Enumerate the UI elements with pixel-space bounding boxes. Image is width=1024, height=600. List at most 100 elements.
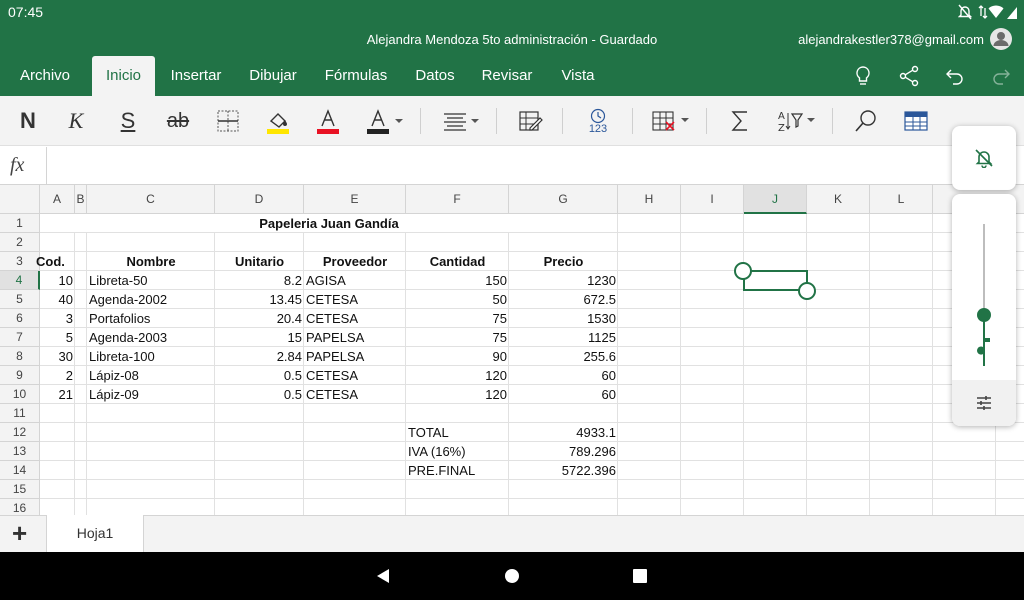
row-header[interactable]: 6	[0, 309, 40, 328]
column-header[interactable]: B	[75, 185, 87, 214]
column-header[interactable]: L	[870, 185, 933, 214]
tab-archivo[interactable]: Archivo	[8, 56, 82, 96]
cell-nombre[interactable]: Libreta-100	[87, 348, 215, 366]
header-proveedor[interactable]: Proveedor	[304, 253, 406, 271]
cell-cod[interactable]: 21	[40, 386, 75, 404]
column-header[interactable]: I	[681, 185, 744, 214]
pre-final-label[interactable]: PRE.FINAL	[406, 462, 509, 480]
fx-icon[interactable]: fx	[10, 154, 24, 177]
cell-precio[interactable]: 1530	[509, 310, 618, 328]
select-all-corner[interactable]	[0, 185, 40, 214]
cell-cantidad[interactable]: 75	[406, 329, 509, 347]
number-format-button[interactable]: 123	[580, 104, 616, 138]
header-nombre[interactable]: Nombre	[87, 253, 215, 271]
cell-nombre[interactable]: Lápiz-09	[87, 386, 215, 404]
recents-icon[interactable]	[633, 569, 647, 583]
strikethrough-button[interactable]: ab	[160, 104, 196, 138]
header-cod[interactable]: Cod.	[34, 253, 75, 271]
row-header[interactable]: 15	[0, 480, 40, 499]
mute-panel[interactable]	[952, 126, 1016, 190]
tab-dibujar[interactable]: Dibujar	[240, 56, 306, 96]
cell-nombre[interactable]: Portafolios	[87, 310, 215, 328]
table-format-button[interactable]	[900, 104, 932, 138]
underline-button[interactable]: S	[112, 104, 144, 138]
selection-handle-start[interactable]	[734, 262, 752, 280]
row-header[interactable]: 14	[0, 461, 40, 480]
borders-button[interactable]	[212, 104, 244, 138]
back-icon[interactable]	[375, 568, 391, 584]
redo-icon[interactable]	[990, 65, 1012, 87]
column-header-selected[interactable]: J	[744, 185, 807, 214]
delete-cells-button[interactable]	[648, 104, 692, 138]
cell-nombre[interactable]: Lápiz-08	[87, 367, 215, 385]
column-header[interactable]: D	[215, 185, 304, 214]
row-header[interactable]: 1	[0, 214, 40, 233]
cell-nombre[interactable]: Libreta-50	[87, 272, 215, 290]
column-header[interactable]: F	[406, 185, 509, 214]
cell-cantidad[interactable]: 150	[406, 272, 509, 290]
cell-unitario[interactable]: 2.84	[215, 348, 304, 366]
cell-unitario[interactable]: 0.5	[215, 386, 304, 404]
row-header[interactable]: 7	[0, 328, 40, 347]
row-header[interactable]: 5	[0, 290, 40, 309]
undo-icon[interactable]	[944, 65, 966, 87]
cell-proveedor[interactable]: PAPELSA	[304, 348, 406, 366]
sheet-title[interactable]: Papeleria Juan Gandía	[40, 215, 618, 233]
row-header-selected[interactable]: 4	[0, 271, 40, 290]
column-header[interactable]: H	[618, 185, 681, 214]
cell-proveedor[interactable]: AGISA	[304, 272, 406, 290]
italic-button[interactable]: K	[60, 104, 92, 138]
row-header[interactable]: 11	[0, 404, 40, 423]
align-button[interactable]	[438, 104, 482, 138]
font-color-dropdown[interactable]	[362, 104, 406, 138]
selection-handle-end[interactable]	[798, 282, 816, 300]
header-cantidad[interactable]: Cantidad	[406, 253, 509, 271]
column-header[interactable]: K	[807, 185, 870, 214]
tab-revisar[interactable]: Revisar	[474, 56, 540, 96]
cell-cantidad[interactable]: 120	[406, 386, 509, 404]
volume-slider-thumb[interactable]	[977, 307, 991, 322]
cell-proveedor[interactable]: CETESA	[304, 367, 406, 385]
cell-precio[interactable]: 1230	[509, 272, 618, 290]
avatar[interactable]	[990, 28, 1012, 50]
total-value[interactable]: 4933.1	[509, 424, 618, 442]
add-sheet-button[interactable]: +	[12, 518, 27, 548]
autosum-button[interactable]	[724, 104, 756, 138]
share-icon[interactable]	[898, 65, 920, 87]
cell-cantidad[interactable]: 50	[406, 291, 509, 309]
cell-cod[interactable]: 5	[40, 329, 75, 347]
cell-nombre[interactable]: Agenda-2002	[87, 291, 215, 309]
tab-vista[interactable]: Vista	[550, 56, 606, 96]
cell-unitario[interactable]: 8.2	[215, 272, 304, 290]
cell-unitario[interactable]: 0.5	[215, 367, 304, 385]
sheet-tab-hoja1[interactable]: Hoja1	[46, 515, 144, 552]
row-header[interactable]: 13	[0, 442, 40, 461]
row-header[interactable]: 12	[0, 423, 40, 442]
row-header[interactable]: 2	[0, 233, 40, 252]
cell-proveedor[interactable]: CETESA	[304, 291, 406, 309]
cell-precio[interactable]: 1125	[509, 329, 618, 347]
iva-value[interactable]: 789.296	[509, 443, 618, 461]
column-header[interactable]: A	[40, 185, 75, 214]
cell-precio[interactable]: 255.6	[509, 348, 618, 366]
cell-unitario[interactable]: 20.4	[215, 310, 304, 328]
cell-nombre[interactable]: Agenda-2003	[87, 329, 215, 347]
cell-unitario[interactable]: 13.45	[215, 291, 304, 309]
tab-insertar[interactable]: Insertar	[162, 56, 230, 96]
header-unitario[interactable]: Unitario	[215, 253, 304, 271]
sort-filter-button[interactable]: AZ	[774, 104, 818, 138]
font-color-button[interactable]	[312, 104, 344, 138]
home-icon[interactable]	[505, 569, 519, 583]
cell-cod[interactable]: 10	[40, 272, 75, 290]
row-header[interactable]: 16	[0, 499, 40, 515]
bold-button[interactable]: N	[12, 104, 44, 138]
cell-unitario[interactable]: 15	[215, 329, 304, 347]
tab-formulas[interactable]: Fórmulas	[316, 56, 396, 96]
cell-cantidad[interactable]: 90	[406, 348, 509, 366]
tab-inicio[interactable]: Inicio	[92, 56, 155, 96]
row-header[interactable]: 8	[0, 347, 40, 366]
column-header[interactable]: G	[509, 185, 618, 214]
iva-label[interactable]: IVA (16%)	[406, 443, 509, 461]
row-header[interactable]: 9	[0, 366, 40, 385]
bell-off-icon[interactable]	[974, 148, 994, 169]
